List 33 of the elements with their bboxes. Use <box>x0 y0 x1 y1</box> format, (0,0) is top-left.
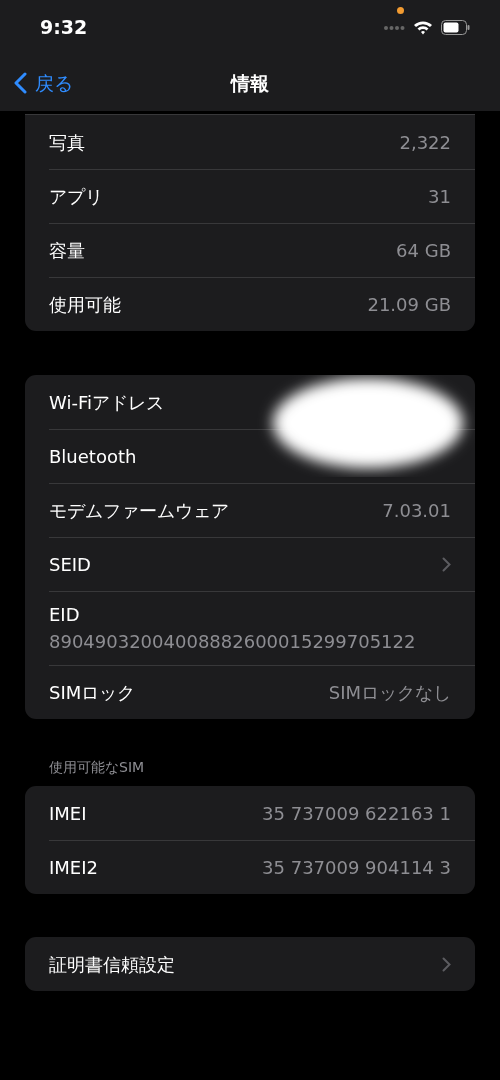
row-label: EID <box>49 603 81 627</box>
row-value: 35 737009 904114 3 <box>262 855 451 880</box>
signal-icon <box>383 24 405 31</box>
row-label: IMEI2 <box>49 855 98 880</box>
page-title: 情報 <box>231 70 269 96</box>
row-value: 7.03.01 <box>382 498 451 523</box>
row-value: 64 GB <box>396 238 451 263</box>
status-time: 9:32 <box>40 15 88 41</box>
chevron-right-icon <box>442 556 451 572</box>
recording-dot-icon <box>397 7 404 14</box>
settings-row[interactable]: SEID <box>25 537 475 591</box>
row-value: 21.09 GB <box>367 292 451 317</box>
settings-row[interactable]: 証明書信頼設定 <box>25 937 475 991</box>
wifi-icon <box>413 20 433 35</box>
chevron-right-icon <box>442 956 451 972</box>
row-label: アプリ <box>49 184 103 209</box>
row-label: 使用可能 <box>49 292 121 317</box>
row-value: 2,322 <box>399 130 451 155</box>
battery-icon <box>441 20 470 35</box>
section-header: 使用可能なSIM <box>48 758 146 777</box>
back-button[interactable]: 戻る <box>0 68 79 98</box>
row-label: IMEI <box>49 801 87 826</box>
row-label: SIMロック <box>49 680 136 705</box>
row-value: 89049032004008882600015299705122 <box>49 630 417 654</box>
row-label: Wi-Fiアドレス <box>49 390 164 415</box>
row-label: 容量 <box>49 238 85 263</box>
row-value: 31 <box>428 184 451 209</box>
row-label: 写真 <box>49 130 85 155</box>
row-label: モデムファームウェア <box>49 498 229 523</box>
row-value: 35 737009 622163 1 <box>262 801 451 826</box>
row-label: Bluetooth <box>49 444 137 469</box>
chevron-left-icon <box>14 72 27 94</box>
row-value: SIMロックなし <box>328 680 451 705</box>
